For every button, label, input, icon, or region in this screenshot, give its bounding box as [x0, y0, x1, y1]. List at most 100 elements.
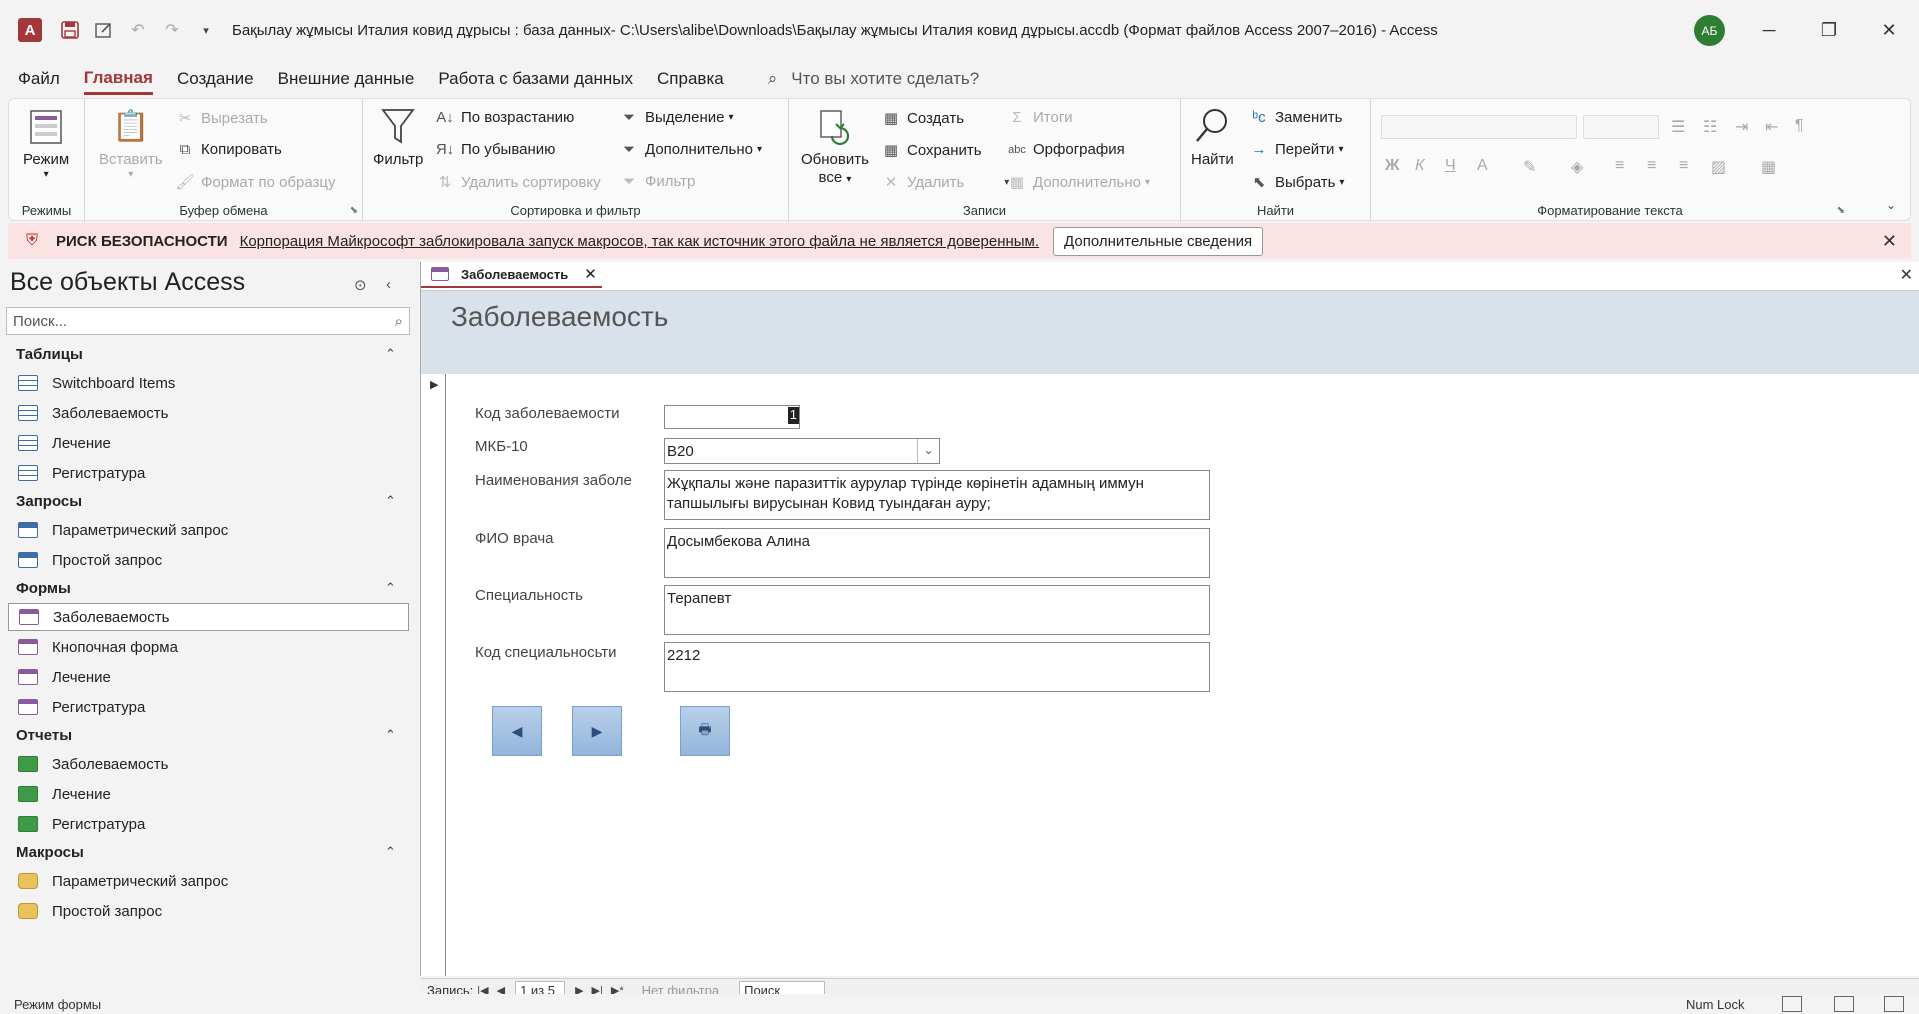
form-view-icon[interactable]	[90, 16, 118, 44]
disease-name-input[interactable]: Жұқпалы және паразиттік аурулар түрінде …	[664, 470, 1210, 520]
collapse-section-icon[interactable]: ⌃	[385, 727, 396, 743]
new-record-button[interactable]: ▦ Создать	[881, 109, 964, 128]
font-name-select[interactable]	[1381, 115, 1577, 139]
code-input[interactable]: 1	[664, 405, 800, 429]
gridlines-icon[interactable]: ▦	[1761, 157, 1776, 177]
tab-database-tools[interactable]: Работа с базами данных	[438, 65, 633, 93]
filter-button[interactable]: Фильтр	[373, 107, 423, 169]
sort-ascending-button[interactable]: A↓ По возрастанию	[435, 109, 574, 126]
security-message-link[interactable]: Корпорация Майкрософт заблокировала запу…	[240, 233, 1039, 250]
sort-descending-button[interactable]: Я↓ По убыванию	[435, 141, 556, 158]
nav-item-macro[interactable]: Параметрический запрос	[8, 867, 409, 895]
close-document-icon[interactable]: ✕	[1900, 265, 1913, 285]
align-center-icon[interactable]: ≡	[1647, 157, 1656, 175]
mkb-combo[interactable]: B20 ⌄	[664, 438, 940, 464]
datasheet-view-icon[interactable]	[1834, 996, 1854, 1012]
collapse-section-icon[interactable]: ⌃	[385, 580, 396, 596]
more-records-button[interactable]: ▦ Дополнительно ▾	[1007, 173, 1150, 192]
replace-button[interactable]: ᵇc Заменить	[1249, 109, 1342, 126]
undo-icon[interactable]: ↶	[124, 16, 152, 44]
refresh-all-button[interactable]: Обновить все ▾	[801, 107, 869, 187]
chevron-down-icon[interactable]: ⌄	[917, 439, 939, 463]
nav-item-table[interactable]: Switchboard Items	[8, 369, 409, 397]
dialog-launcher-icon[interactable]: ⬊	[350, 205, 358, 216]
close-window-icon[interactable]: ✕	[1866, 14, 1912, 46]
collapse-section-icon[interactable]: ⌃	[385, 844, 396, 860]
view-button[interactable]: Режим ▾	[23, 107, 69, 181]
tab-home[interactable]: Главная	[83, 64, 153, 95]
nav-section-table[interactable]: Таблицы	[16, 346, 83, 363]
dialog-launcher-icon[interactable]: ⬊	[1837, 205, 1845, 216]
customize-qat-icon[interactable]: ▾	[192, 16, 220, 44]
user-avatar[interactable]: АБ	[1694, 15, 1725, 46]
toggle-filter-button[interactable]: ⏷ Фильтр	[619, 173, 695, 190]
restore-icon[interactable]: ❐	[1806, 14, 1852, 46]
select-button[interactable]: ⬉ Выбрать ▾	[1249, 173, 1345, 192]
close-tab-icon[interactable]: ✕	[584, 265, 597, 283]
print-record-button[interactable]: 🖶	[680, 706, 730, 756]
collapse-pane-icon[interactable]: ‹	[386, 276, 391, 293]
nav-section-macro[interactable]: Макросы	[16, 844, 84, 861]
nav-title[interactable]: Все объекты Access	[10, 268, 245, 297]
tell-me-box[interactable]: ⌕ Что вы хотите сделать?	[768, 69, 979, 89]
goto-button[interactable]: → Перейти ▾	[1249, 141, 1344, 158]
underline-icon[interactable]: Ч	[1445, 157, 1456, 175]
record-selector[interactable]: ▶	[421, 374, 446, 976]
font-color-icon[interactable]: A	[1477, 157, 1488, 175]
background-image-icon[interactable]: ▨	[1711, 157, 1726, 177]
doctor-input[interactable]: Досымбекова Алина	[664, 528, 1210, 578]
highlight-icon[interactable]: ✎	[1523, 157, 1536, 177]
form-view-icon[interactable]	[1782, 996, 1802, 1012]
tab-external-data[interactable]: Внешние данные	[278, 65, 415, 93]
document-tab[interactable]: Заболеваемость ✕	[421, 262, 602, 288]
close-icon[interactable]: ✕	[1882, 231, 1897, 252]
nav-item-form[interactable]: Кнопочная форма	[8, 633, 409, 661]
align-right-icon[interactable]: ≡	[1679, 157, 1688, 175]
nav-item-table[interactable]: Заболеваемость	[8, 399, 409, 427]
nav-item-form[interactable]: Заболеваемость	[8, 603, 409, 631]
nav-item-form[interactable]: Регистратура	[8, 693, 409, 721]
tab-file[interactable]: Файл	[18, 65, 60, 93]
tab-help[interactable]: Справка	[657, 65, 724, 93]
cut-button[interactable]: ✂ Вырезать	[175, 109, 268, 128]
design-view-icon[interactable]	[1884, 996, 1904, 1012]
numbering-icon[interactable]: ☷	[1703, 117, 1717, 137]
selection-button[interactable]: ⏷ Выделение ▾	[619, 109, 734, 126]
bold-icon[interactable]: Ж	[1385, 157, 1399, 175]
delete-record-button[interactable]: ✕ Удалить ▾	[881, 173, 1010, 192]
tab-create[interactable]: Создание	[177, 65, 254, 93]
nav-item-report[interactable]: Лечение	[8, 780, 409, 808]
spelling-button[interactable]: abc Орфография	[1007, 141, 1125, 158]
find-button[interactable]: Найти	[1191, 107, 1234, 169]
previous-record-button[interactable]: ◀	[492, 706, 542, 756]
nav-item-report[interactable]: Регистратура	[8, 810, 409, 838]
copy-button[interactable]: ⧉ Копировать	[175, 141, 282, 158]
italic-icon[interactable]: К	[1415, 157, 1424, 175]
nav-item-macro[interactable]: Простой запрос	[8, 897, 409, 925]
totals-button[interactable]: Σ Итоги	[1007, 109, 1072, 126]
specialty-code-input[interactable]: 2212	[664, 642, 1210, 692]
nav-item-query[interactable]: Параметрический запрос	[8, 516, 409, 544]
more-info-button[interactable]: Дополнительные сведения	[1053, 226, 1264, 256]
paste-button[interactable]: 📋 Вставить ▾	[99, 107, 163, 181]
align-left-icon[interactable]: ≡	[1615, 157, 1624, 175]
nav-item-table[interactable]: Регистратура	[8, 459, 409, 487]
nav-section-form[interactable]: Формы	[16, 580, 71, 597]
indent-decrease-icon[interactable]: ⇤	[1765, 117, 1778, 137]
font-size-select[interactable]	[1583, 115, 1659, 139]
collapse-ribbon-icon[interactable]: ⌄	[1886, 198, 1896, 212]
nav-item-report[interactable]: Заболеваемость	[8, 750, 409, 778]
nav-search-input[interactable]: Поиск... ⌕	[6, 307, 410, 335]
redo-icon[interactable]: ↷	[158, 16, 186, 44]
nav-item-query[interactable]: Простой запрос	[8, 546, 409, 574]
next-record-button[interactable]: ▶	[572, 706, 622, 756]
collapse-section-icon[interactable]: ⌃	[385, 493, 396, 509]
save-record-button[interactable]: ▦ Сохранить	[881, 141, 982, 160]
indent-increase-icon[interactable]: ⇥	[1735, 117, 1748, 137]
format-painter-button[interactable]: 🖌 Формат по образцу	[175, 173, 335, 192]
nav-item-table[interactable]: Лечение	[8, 429, 409, 457]
nav-section-report[interactable]: Отчеты	[16, 727, 72, 744]
nav-item-form[interactable]: Лечение	[8, 663, 409, 691]
nav-menu-icon[interactable]: ⊙	[354, 276, 367, 294]
remove-sort-button[interactable]: ⇅ Удалить сортировку	[435, 173, 601, 192]
